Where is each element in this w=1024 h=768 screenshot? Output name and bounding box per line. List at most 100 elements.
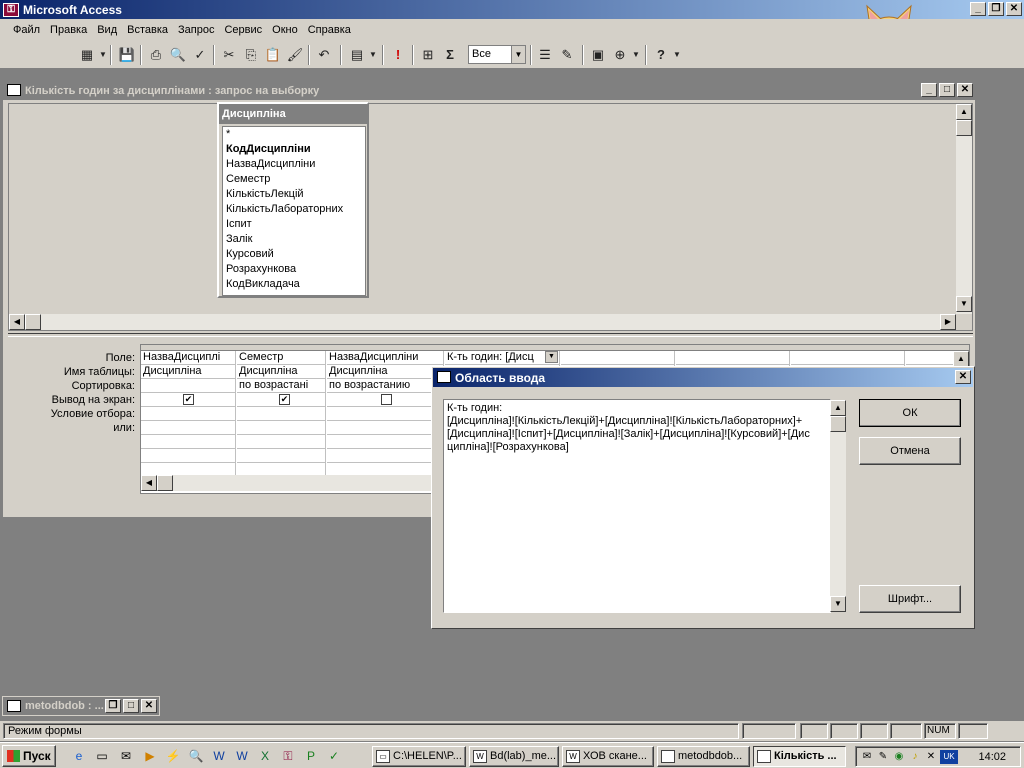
field-discipline-name[interactable]: НазваДисципліни [223,157,365,172]
grid-column-3[interactable]: НазваДисципліни Дисципліна по возрастани… [327,351,444,491]
task-button-word-scan[interactable]: W ХОВ скане... [562,746,654,767]
view-dropdown-icon[interactable]: ▼ [98,45,108,65]
grid-show-cell[interactable] [327,393,443,407]
print-preview-icon[interactable]: 🔍 [167,45,189,65]
start-button[interactable]: Пуск [2,745,56,767]
outlook-icon[interactable]: ✉ [117,747,135,765]
grid-scroll-up-icon[interactable]: ▲ [953,351,969,367]
top-values-combo[interactable]: Все ▼ [468,45,526,64]
field-semester[interactable]: Семестр [223,172,365,187]
grid-column-1[interactable]: НазваДисциплі Дисципліна ✔ [141,351,236,491]
copy-icon[interactable]: ⎘ [240,45,262,65]
field-labs[interactable]: КількістьЛабораторних [223,202,365,217]
table-fields[interactable]: * КодДисципліни НазваДисципліни Семестр … [222,126,366,296]
toolbar-options-icon[interactable]: ▼ [672,45,682,65]
search-icon[interactable]: 🔍 [187,747,205,765]
grid-horizontal-scrollbar[interactable]: ◀ [141,475,441,491]
grid-field-expression[interactable]: К-ть годин: [Дисц [447,351,534,363]
ok-button[interactable]: ОК [859,399,961,427]
app-minimize-button[interactable]: _ [970,2,986,16]
show-checkbox-checked[interactable]: ✔ [279,394,290,405]
grid-empty-cell[interactable] [791,351,904,365]
tray-antivirus-icon[interactable]: ✕ [924,750,938,764]
properties-icon[interactable]: ☰ [534,45,556,65]
excel-icon[interactable]: X [256,747,274,765]
menu-query[interactable]: Запрос [173,24,219,36]
query-close-button[interactable]: ✕ [957,83,973,97]
grid-field-cell[interactable]: НазваДисципліни [327,351,443,365]
menu-file[interactable]: Файл [8,24,45,36]
scroll-down-icon[interactable]: ▼ [830,596,846,612]
field-credit[interactable]: Залік [223,232,365,247]
app-restore-button[interactable]: ❐ [988,2,1004,16]
grid-show-cell[interactable]: ✔ [141,393,235,407]
cancel-button[interactable]: Отмена [859,437,961,465]
table-pane-horizontal-scrollbar[interactable]: ◀ ▶ [9,314,956,330]
scroll-down-icon[interactable]: ▼ [956,296,972,312]
access-icon[interactable]: ⚿ [279,747,297,765]
task-button-word-doc[interactable]: W Bd(lab)_me... [469,746,559,767]
grid-sort-cell[interactable] [141,379,235,393]
word-icon[interactable]: W [210,747,228,765]
table-field-list-title[interactable]: Дисципліна [219,104,367,124]
quick-launch-icon[interactable]: ⚡ [164,747,182,765]
field-teacher-id[interactable]: КодВикладача [223,277,365,292]
table-pane-vertical-scrollbar[interactable]: ▲ ▼ [956,104,972,314]
grid-show-cell[interactable]: ✔ [237,393,325,407]
cut-icon[interactable]: ✂ [218,45,240,65]
grid-criteria-cell[interactable] [141,407,235,421]
print-icon[interactable]: ⎙ [145,45,167,65]
language-indicator[interactable]: UK [940,750,958,764]
save-icon[interactable]: 💾 [116,45,138,65]
grid-or-cell[interactable] [237,421,325,435]
menu-insert[interactable]: Вставка [122,24,173,36]
field-exam[interactable]: Іспит [223,217,365,232]
grid-table-cell[interactable]: Дисципліна [141,365,235,379]
new-object-icon[interactable]: ⊕ [609,45,631,65]
show-checkbox-unchecked[interactable] [381,394,392,405]
grid-empty-cell[interactable] [237,435,325,449]
grid-empty-cell[interactable] [676,351,789,365]
publisher-icon[interactable]: P [302,747,320,765]
check-icon[interactable]: ✓ [325,747,343,765]
field-discipline-id[interactable]: КодДисципліни [223,142,365,157]
tray-network-icon[interactable]: ◉ [892,750,906,764]
scroll-thumb[interactable] [157,475,173,491]
grid-field-cell[interactable]: НазваДисциплі [141,351,235,365]
scroll-left-icon[interactable]: ◀ [141,475,157,491]
desktop-icon[interactable]: ▭ [93,747,111,765]
grid-empty-cell[interactable] [237,449,325,463]
field-all[interactable]: * [223,127,365,142]
spelling-icon[interactable]: ✓ [189,45,211,65]
media-player-icon[interactable]: ▶ [141,747,159,765]
grid-or-cell[interactable] [327,421,443,435]
scroll-up-icon[interactable]: ▲ [956,104,972,120]
menu-view[interactable]: Вид [92,24,122,36]
field-lectures[interactable]: КількістьЛекцій [223,187,365,202]
scroll-thumb[interactable] [956,120,972,136]
undo-icon[interactable]: ↶ [313,45,335,65]
show-table-icon[interactable]: ⊞ [417,45,439,65]
scroll-up-icon[interactable]: ▲ [830,400,846,416]
help-icon[interactable]: ? [650,45,672,65]
expression-textarea[interactable]: К-ть годин: [Дисципліна]![КількістьЛекці… [443,399,831,613]
internet-explorer-icon[interactable]: e [70,747,88,765]
tray-pen-icon[interactable]: ✎ [876,750,890,764]
query-type-dropdown-icon[interactable]: ▼ [368,45,378,65]
scroll-thumb[interactable] [25,314,41,330]
task-button-query[interactable]: Кількість ... [753,746,846,767]
field-coursework[interactable]: Курсовий [223,247,365,262]
zoom-dialog-close-button[interactable]: ✕ [955,370,971,384]
scroll-left-icon[interactable]: ◀ [9,314,25,330]
paste-icon[interactable]: 📋 [262,45,284,65]
grid-criteria-cell[interactable] [327,407,443,421]
format-painter-icon[interactable]: 🖌 [284,45,306,65]
menu-tools[interactable]: Сервис [219,24,267,36]
grid-field-cell-active[interactable]: К-ть годин: [Дисц ▼ [445,351,559,365]
app-close-button[interactable]: ✕ [1006,2,1022,16]
grid-criteria-cell[interactable] [237,407,325,421]
show-checkbox-checked[interactable]: ✔ [183,394,194,405]
expression-scrollbar[interactable]: ▲ ▼ [830,400,846,612]
field-calc-work[interactable]: Розрахункова [223,262,365,277]
minimized-database-window[interactable]: metodbdob : ... ❐ □ ✕ [2,696,160,716]
